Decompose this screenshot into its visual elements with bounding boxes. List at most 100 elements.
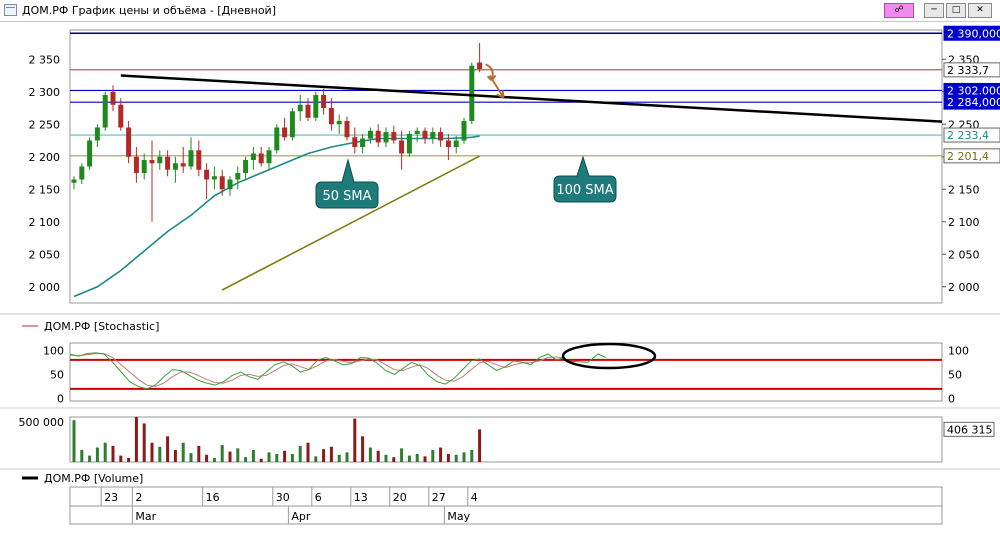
- candle-body: [157, 156, 163, 164]
- volume-bar: [80, 449, 84, 462]
- volume-bar: [290, 453, 294, 462]
- volume-value-label: 406 315: [947, 423, 993, 436]
- volume-bar: [400, 448, 404, 462]
- maximize-icon[interactable]: □: [946, 3, 966, 18]
- level-value-label: 2 201,4: [947, 150, 989, 163]
- volume-bar: [127, 457, 131, 462]
- minimize-icon[interactable]: ─: [924, 3, 944, 18]
- volume-bar: [454, 454, 458, 462]
- candle-body: [297, 104, 303, 112]
- y-tick-label: 2 000: [29, 281, 61, 294]
- candle-body: [235, 173, 241, 180]
- candle-body: [367, 130, 373, 139]
- candle-body: [274, 127, 280, 151]
- volume-bar: [361, 436, 365, 462]
- level-value-label: 2 333,7: [947, 64, 989, 77]
- candle-body: [250, 153, 256, 160]
- candle-body: [328, 108, 334, 125]
- volume-bar: [134, 417, 138, 462]
- volume-bar: [111, 445, 115, 462]
- app-icon: [4, 4, 17, 16]
- candle-body: [321, 95, 327, 108]
- candle-body: [118, 104, 124, 128]
- volume-bar: [189, 453, 193, 462]
- candle-body: [391, 132, 397, 141]
- candle-body: [477, 62, 483, 69]
- stochastic-y-tick-right: 0: [948, 393, 955, 406]
- candle-body: [71, 179, 77, 183]
- volume-bar: [119, 455, 123, 462]
- date-tick-label: 13: [354, 491, 368, 504]
- y-tick-label: 2 200: [29, 151, 61, 164]
- volume-bar: [353, 418, 357, 462]
- y-tick-label-right: 2 050: [948, 248, 980, 261]
- date-tick-label: 27: [432, 491, 446, 504]
- volume-bar: [329, 446, 333, 462]
- volume-bar: [212, 457, 216, 462]
- volume-pane: [69, 416, 943, 463]
- volume-bar: [244, 457, 248, 462]
- volume-bar: [439, 447, 443, 462]
- volume-bar: [415, 453, 419, 462]
- volume-bar: [181, 442, 185, 462]
- volume-bar: [150, 442, 154, 462]
- y-tick-label: 2 050: [29, 248, 61, 261]
- volume-bar: [298, 445, 302, 462]
- volume-bar: [197, 445, 201, 462]
- candle-body: [375, 130, 381, 143]
- candle-body: [352, 137, 358, 147]
- volume-bar: [376, 450, 380, 462]
- volume-bar: [345, 452, 349, 462]
- candle-body: [266, 150, 272, 164]
- candle-body: [165, 156, 171, 170]
- candle-body: [282, 127, 288, 138]
- candle-body: [406, 134, 412, 154]
- candle-body: [258, 153, 264, 164]
- close-icon[interactable]: ✕: [968, 3, 992, 18]
- volume-y-tick: 500 000: [19, 416, 65, 429]
- volume-bar: [283, 450, 287, 462]
- y-tick-label-right: 2 000: [948, 281, 980, 294]
- date-tick-label: 4: [471, 491, 478, 504]
- candle-body: [133, 156, 139, 173]
- month-label: Apr: [291, 510, 311, 523]
- y-tick-label: 2 250: [29, 118, 61, 131]
- date-tick-label: 2: [135, 491, 142, 504]
- candle-body: [227, 179, 233, 190]
- candle-body: [219, 176, 225, 190]
- link-icon[interactable]: ☍: [884, 3, 914, 18]
- month-label: Mar: [135, 510, 156, 523]
- volume-bar: [236, 448, 240, 462]
- volume-bar: [392, 457, 396, 462]
- candle-body: [141, 160, 147, 173]
- y-tick-label: 2 150: [29, 183, 61, 196]
- candle-body: [188, 150, 194, 167]
- price-volume-chart[interactable]: 2 3502 3502 3002 3002 2502 2502 2002 200…: [0, 21, 1000, 541]
- level-value-label: 2 390,000: [947, 27, 1000, 40]
- volume-title: ДОМ.РФ [Volume]: [44, 472, 143, 485]
- date-tick-label: 20: [393, 491, 407, 504]
- stochastic-title: ДОМ.РФ [Stochastic]: [44, 320, 159, 333]
- volume-bar: [431, 449, 435, 462]
- volume-bar: [95, 447, 99, 462]
- candle-body: [438, 132, 444, 141]
- volume-bar: [220, 445, 224, 462]
- candle-body: [422, 130, 428, 139]
- window-title: ДОМ.РФ График цены и объёма - [Дневной]: [22, 4, 276, 17]
- candle-body: [102, 95, 108, 128]
- sma100-callout-label: 100 SMA: [556, 183, 613, 198]
- volume-bar: [368, 447, 372, 462]
- volume-bar: [158, 446, 162, 462]
- volume-bar: [88, 455, 92, 462]
- date-tick-label: 30: [276, 491, 290, 504]
- candle-body: [204, 169, 210, 180]
- volume-bar: [251, 449, 255, 462]
- volume-bar: [337, 454, 341, 462]
- candle-body: [243, 160, 249, 173]
- candle-body: [305, 104, 311, 118]
- stochastic-pane: [69, 342, 943, 402]
- volume-bar: [478, 429, 482, 462]
- stochastic-y-tick: 50: [50, 368, 64, 381]
- stochastic-y-tick: 100: [43, 344, 64, 357]
- candle-body: [211, 176, 217, 180]
